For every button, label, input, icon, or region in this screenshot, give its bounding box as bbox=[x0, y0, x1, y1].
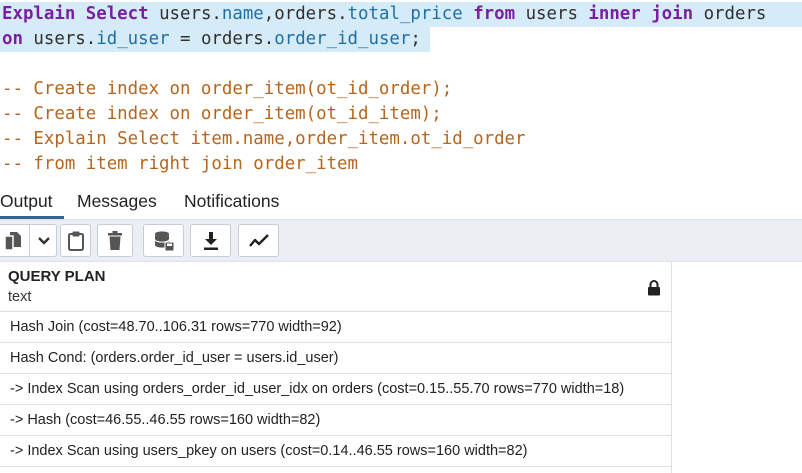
graph-visualiser-button[interactable] bbox=[238, 224, 279, 257]
delete-icon bbox=[107, 230, 123, 251]
table-row[interactable]: -> Index Scan using users_pkey on users … bbox=[0, 436, 671, 467]
graph-icon bbox=[248, 233, 270, 249]
download-icon-wrap bbox=[191, 225, 230, 256]
keyword-token: inner join bbox=[588, 4, 694, 24]
query-plan-column: QUERY PLAN text Hash Join (cost=48.70..1… bbox=[0, 262, 672, 473]
code-line-1[interactable]: Explain Select users.name,orders.total_p… bbox=[2, 2, 766, 27]
table-row[interactable]: -> Hash (cost=46.55..46.55 rows=160 widt… bbox=[0, 405, 671, 436]
column-header[interactable]: QUERY PLAN text bbox=[0, 262, 671, 312]
save-data-icon bbox=[153, 230, 175, 252]
property-token: id_user bbox=[96, 29, 170, 49]
active-tab-indicator bbox=[0, 216, 64, 219]
results-tab-bar: Output Messages Notifications bbox=[0, 182, 802, 220]
column-name: QUERY PLAN bbox=[8, 268, 106, 285]
results-toolbar bbox=[0, 220, 802, 262]
delete-icon-wrap bbox=[98, 225, 132, 256]
identifier-token: = orders. bbox=[169, 29, 275, 49]
table-row[interactable]: -> Index Scan using orders_order_id_user… bbox=[0, 374, 671, 405]
download-icon bbox=[202, 231, 220, 251]
graph-icon-wrap bbox=[239, 225, 278, 256]
tab-messages[interactable]: Messages bbox=[77, 182, 157, 220]
identifier-token: users. bbox=[148, 4, 222, 24]
property-token: order_id_user bbox=[274, 29, 411, 49]
copy-button[interactable] bbox=[0, 225, 29, 256]
punctuation-token: ; bbox=[410, 29, 421, 49]
property-token: total_price bbox=[347, 4, 463, 24]
identifier-token: users bbox=[515, 4, 589, 24]
copy-icon bbox=[2, 230, 22, 252]
table-row[interactable]: Hash Cond: (orders.order_id_user = users… bbox=[0, 343, 671, 374]
comment-line[interactable]: -- from item right join order_item bbox=[2, 152, 358, 177]
property-token: name bbox=[221, 4, 264, 24]
identifier-token: ,orders. bbox=[263, 4, 348, 24]
comment-line[interactable]: -- Create index on order_item(ot_id_item… bbox=[2, 102, 442, 127]
keyword-token: from bbox=[473, 4, 516, 24]
save-data-icon-wrap bbox=[144, 225, 183, 256]
code-line-2[interactable]: on users.id_user = orders.order_id_user; bbox=[2, 27, 421, 52]
identifier-token: orders bbox=[693, 4, 767, 24]
lock-icon bbox=[647, 280, 661, 296]
result-grid: QUERY PLAN text Hash Join (cost=48.70..1… bbox=[0, 262, 802, 473]
copy-options-dropdown[interactable] bbox=[30, 225, 57, 256]
column-type: text bbox=[8, 289, 32, 305]
paste-button[interactable] bbox=[60, 224, 91, 257]
table-row[interactable]: Hash Join (cost=48.70..106.31 rows=770 w… bbox=[0, 312, 671, 343]
download-button[interactable] bbox=[190, 224, 231, 257]
save-data-button[interactable] bbox=[143, 224, 184, 257]
keyword-token: on bbox=[2, 29, 23, 49]
sql-editor[interactable]: Explain Select users.name,orders.total_p… bbox=[0, 0, 802, 182]
identifier-token: users. bbox=[22, 29, 97, 49]
tab-notifications[interactable]: Notifications bbox=[184, 182, 279, 220]
copy-button-group bbox=[0, 224, 57, 257]
paste-icon-wrap bbox=[61, 225, 90, 256]
keyword-token: Explain Select bbox=[2, 4, 149, 24]
chevron-down-icon bbox=[37, 236, 51, 246]
comment-line[interactable]: -- Create index on order_item(ot_id_orde… bbox=[2, 77, 452, 102]
delete-button[interactable] bbox=[97, 224, 133, 257]
tab-output[interactable]: Output bbox=[0, 182, 64, 220]
paste-icon bbox=[67, 230, 85, 252]
comment-line[interactable]: -- Explain Select item.name,order_item.o… bbox=[2, 127, 526, 152]
